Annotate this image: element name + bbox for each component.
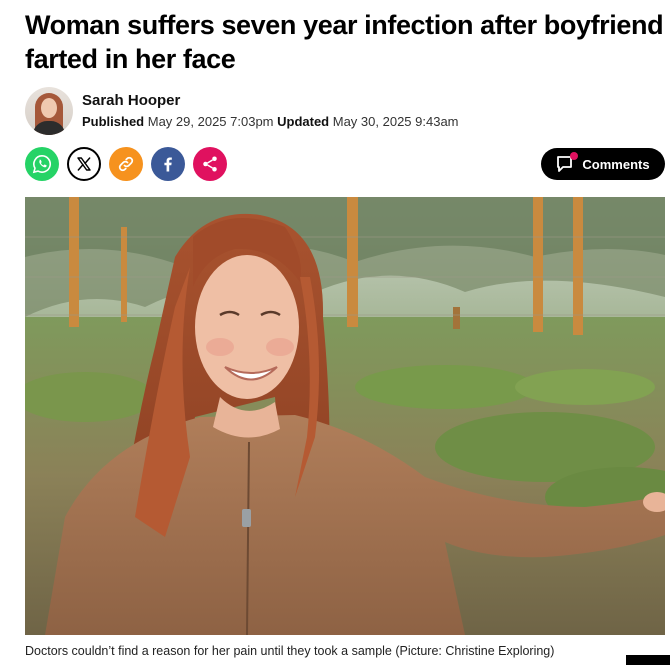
woman-in-field-photo — [25, 197, 665, 635]
share-more-button[interactable] — [193, 147, 227, 181]
author-avatar[interactable] — [25, 87, 73, 135]
share-bar — [25, 147, 227, 181]
comments-button[interactable]: Comments — [541, 148, 665, 180]
author-name[interactable]: Sarah Hooper — [82, 91, 459, 111]
updated-date: May 30, 2025 9:43am — [332, 114, 459, 129]
share-icon — [203, 156, 217, 172]
article-dates: Published May 29, 2025 7:03pm Updated Ma… — [82, 112, 459, 131]
share-whatsapp-button[interactable] — [25, 147, 59, 181]
article-headline: Woman suffers seven year infection after… — [25, 10, 664, 74]
corner-overlay-block — [626, 655, 670, 665]
updated-label: Updated — [277, 114, 330, 129]
share-x-button[interactable] — [67, 147, 101, 181]
x-icon — [77, 157, 91, 171]
photo-caption: Doctors couldn’t find a reason for her p… — [25, 644, 555, 658]
comment-bubble-icon — [556, 152, 579, 173]
facebook-icon — [164, 157, 172, 172]
share-facebook-button[interactable] — [151, 147, 185, 181]
link-icon — [118, 156, 134, 172]
copy-link-button[interactable] — [109, 147, 143, 181]
comments-label: Comments — [582, 156, 650, 172]
published-date: May 29, 2025 7:03pm — [147, 114, 274, 129]
byline: Sarah Hooper Published May 29, 2025 7:03… — [25, 86, 459, 136]
published-label: Published — [82, 114, 145, 129]
whatsapp-icon — [32, 155, 51, 174]
article-photo — [25, 197, 665, 635]
